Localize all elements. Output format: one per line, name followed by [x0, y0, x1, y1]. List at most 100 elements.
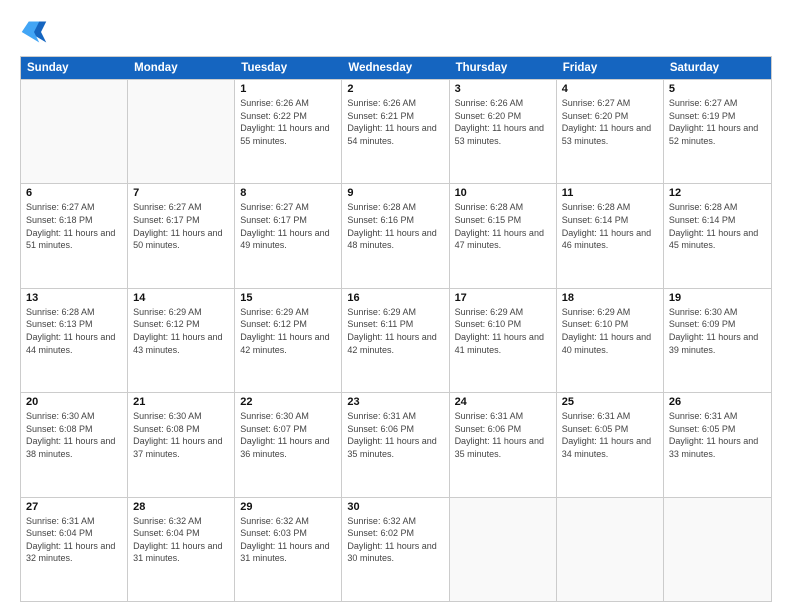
day-cell-19: 19 Sunrise: 6:30 AM Sunset: 6:09 PM Dayli…	[664, 289, 771, 392]
day-number: 24	[455, 396, 551, 408]
day-info: Sunrise: 6:27 AM Sunset: 6:20 PM Dayligh…	[562, 97, 658, 147]
day-number: 26	[669, 396, 766, 408]
day-info: Sunrise: 6:31 AM Sunset: 6:05 PM Dayligh…	[562, 410, 658, 460]
day-number: 10	[455, 187, 551, 199]
day-number: 5	[669, 83, 766, 95]
day-cell-22: 22 Sunrise: 6:30 AM Sunset: 6:07 PM Dayli…	[235, 393, 342, 496]
calendar: SundayMondayTuesdayWednesdayThursdayFrid…	[20, 56, 772, 602]
day-number: 11	[562, 187, 658, 199]
day-number: 2	[347, 83, 443, 95]
day-cell-8: 8 Sunrise: 6:27 AM Sunset: 6:17 PM Daylig…	[235, 184, 342, 287]
week-row-5: 27 Sunrise: 6:31 AM Sunset: 6:04 PM Dayli…	[21, 497, 771, 601]
day-info: Sunrise: 6:29 AM Sunset: 6:10 PM Dayligh…	[562, 306, 658, 356]
day-cell-17: 17 Sunrise: 6:29 AM Sunset: 6:10 PM Dayli…	[450, 289, 557, 392]
day-cell-30: 30 Sunrise: 6:32 AM Sunset: 6:02 PM Dayli…	[342, 498, 449, 601]
empty-cell	[557, 498, 664, 601]
day-cell-14: 14 Sunrise: 6:29 AM Sunset: 6:12 PM Dayli…	[128, 289, 235, 392]
day-info: Sunrise: 6:28 AM Sunset: 6:13 PM Dayligh…	[26, 306, 122, 356]
day-number: 19	[669, 292, 766, 304]
day-info: Sunrise: 6:27 AM Sunset: 6:18 PM Dayligh…	[26, 201, 122, 251]
day-cell-18: 18 Sunrise: 6:29 AM Sunset: 6:10 PM Dayli…	[557, 289, 664, 392]
day-number: 14	[133, 292, 229, 304]
day-number: 22	[240, 396, 336, 408]
day-number: 1	[240, 83, 336, 95]
day-cell-26: 26Sunrise: 6:31 AM Sunset: 6:05 PM Dayli…	[664, 393, 771, 496]
day-cell-3: 3 Sunrise: 6:26 AM Sunset: 6:20 PM Daylig…	[450, 80, 557, 183]
header-day-thursday: Thursday	[450, 57, 557, 79]
day-number: 7	[133, 187, 229, 199]
day-number: 3	[455, 83, 551, 95]
day-number: 23	[347, 396, 443, 408]
day-cell-6: 6 Sunrise: 6:27 AM Sunset: 6:18 PM Daylig…	[21, 184, 128, 287]
day-number: 21	[133, 396, 229, 408]
week-row-1: 1Sunrise: 6:26 AM Sunset: 6:22 PM Daylig…	[21, 79, 771, 183]
day-info: Sunrise: 6:30 AM Sunset: 6:08 PM Dayligh…	[133, 410, 229, 460]
week-row-2: 6 Sunrise: 6:27 AM Sunset: 6:18 PM Daylig…	[21, 183, 771, 287]
header-day-monday: Monday	[128, 57, 235, 79]
day-number: 27	[26, 501, 122, 513]
day-cell-7: 7 Sunrise: 6:27 AM Sunset: 6:17 PM Daylig…	[128, 184, 235, 287]
day-number: 29	[240, 501, 336, 513]
day-number: 8	[240, 187, 336, 199]
day-number: 16	[347, 292, 443, 304]
calendar-header: SundayMondayTuesdayWednesdayThursdayFrid…	[21, 57, 771, 79]
header-day-sunday: Sunday	[21, 57, 128, 79]
day-cell-27: 27 Sunrise: 6:31 AM Sunset: 6:04 PM Dayli…	[21, 498, 128, 601]
day-number: 25	[562, 396, 658, 408]
day-info: Sunrise: 6:30 AM Sunset: 6:09 PM Dayligh…	[669, 306, 766, 356]
day-number: 17	[455, 292, 551, 304]
day-cell-28: 28Sunrise: 6:32 AM Sunset: 6:04 PM Dayli…	[128, 498, 235, 601]
day-cell-12: 12Sunrise: 6:28 AM Sunset: 6:14 PM Dayli…	[664, 184, 771, 287]
empty-cell	[664, 498, 771, 601]
day-info: Sunrise: 6:28 AM Sunset: 6:16 PM Dayligh…	[347, 201, 443, 251]
day-info: Sunrise: 6:27 AM Sunset: 6:17 PM Dayligh…	[240, 201, 336, 251]
day-cell-16: 16 Sunrise: 6:29 AM Sunset: 6:11 PM Dayli…	[342, 289, 449, 392]
header-day-saturday: Saturday	[664, 57, 771, 79]
week-row-4: 20Sunrise: 6:30 AM Sunset: 6:08 PM Dayli…	[21, 392, 771, 496]
day-cell-29: 29 Sunrise: 6:32 AM Sunset: 6:03 PM Dayli…	[235, 498, 342, 601]
day-cell-21: 21 Sunrise: 6:30 AM Sunset: 6:08 PM Dayli…	[128, 393, 235, 496]
day-cell-10: 10 Sunrise: 6:28 AM Sunset: 6:15 PM Dayli…	[450, 184, 557, 287]
day-info: Sunrise: 6:27 AM Sunset: 6:19 PM Dayligh…	[669, 97, 766, 147]
week-row-3: 13 Sunrise: 6:28 AM Sunset: 6:13 PM Dayli…	[21, 288, 771, 392]
day-cell-20: 20Sunrise: 6:30 AM Sunset: 6:08 PM Dayli…	[21, 393, 128, 496]
page: SundayMondayTuesdayWednesdayThursdayFrid…	[0, 0, 792, 612]
day-cell-24: 24Sunrise: 6:31 AM Sunset: 6:06 PM Dayli…	[450, 393, 557, 496]
day-info: Sunrise: 6:26 AM Sunset: 6:20 PM Dayligh…	[455, 97, 551, 147]
day-cell-9: 9 Sunrise: 6:28 AM Sunset: 6:16 PM Daylig…	[342, 184, 449, 287]
day-cell-13: 13 Sunrise: 6:28 AM Sunset: 6:13 PM Dayli…	[21, 289, 128, 392]
day-number: 12	[669, 187, 766, 199]
day-info: Sunrise: 6:29 AM Sunset: 6:12 PM Dayligh…	[240, 306, 336, 356]
logo-icon	[20, 18, 48, 46]
logo	[20, 18, 52, 46]
day-number: 6	[26, 187, 122, 199]
day-info: Sunrise: 6:29 AM Sunset: 6:12 PM Dayligh…	[133, 306, 229, 356]
empty-cell	[21, 80, 128, 183]
day-number: 13	[26, 292, 122, 304]
header-day-friday: Friday	[557, 57, 664, 79]
header	[20, 18, 772, 46]
header-day-tuesday: Tuesday	[235, 57, 342, 79]
day-cell-2: 2Sunrise: 6:26 AM Sunset: 6:21 PM Daylig…	[342, 80, 449, 183]
day-info: Sunrise: 6:29 AM Sunset: 6:11 PM Dayligh…	[347, 306, 443, 356]
day-info: Sunrise: 6:30 AM Sunset: 6:08 PM Dayligh…	[26, 410, 122, 460]
day-number: 9	[347, 187, 443, 199]
day-cell-4: 4 Sunrise: 6:27 AM Sunset: 6:20 PM Daylig…	[557, 80, 664, 183]
header-day-wednesday: Wednesday	[342, 57, 449, 79]
day-info: Sunrise: 6:32 AM Sunset: 6:03 PM Dayligh…	[240, 515, 336, 565]
empty-cell	[128, 80, 235, 183]
day-info: Sunrise: 6:28 AM Sunset: 6:14 PM Dayligh…	[562, 201, 658, 251]
day-number: 18	[562, 292, 658, 304]
day-info: Sunrise: 6:28 AM Sunset: 6:15 PM Dayligh…	[455, 201, 551, 251]
day-info: Sunrise: 6:31 AM Sunset: 6:04 PM Dayligh…	[26, 515, 122, 565]
day-info: Sunrise: 6:31 AM Sunset: 6:06 PM Dayligh…	[347, 410, 443, 460]
day-number: 30	[347, 501, 443, 513]
day-info: Sunrise: 6:30 AM Sunset: 6:07 PM Dayligh…	[240, 410, 336, 460]
day-info: Sunrise: 6:29 AM Sunset: 6:10 PM Dayligh…	[455, 306, 551, 356]
day-info: Sunrise: 6:27 AM Sunset: 6:17 PM Dayligh…	[133, 201, 229, 251]
day-cell-23: 23 Sunrise: 6:31 AM Sunset: 6:06 PM Dayli…	[342, 393, 449, 496]
day-cell-15: 15Sunrise: 6:29 AM Sunset: 6:12 PM Dayli…	[235, 289, 342, 392]
day-info: Sunrise: 6:32 AM Sunset: 6:02 PM Dayligh…	[347, 515, 443, 565]
day-info: Sunrise: 6:32 AM Sunset: 6:04 PM Dayligh…	[133, 515, 229, 565]
day-number: 4	[562, 83, 658, 95]
